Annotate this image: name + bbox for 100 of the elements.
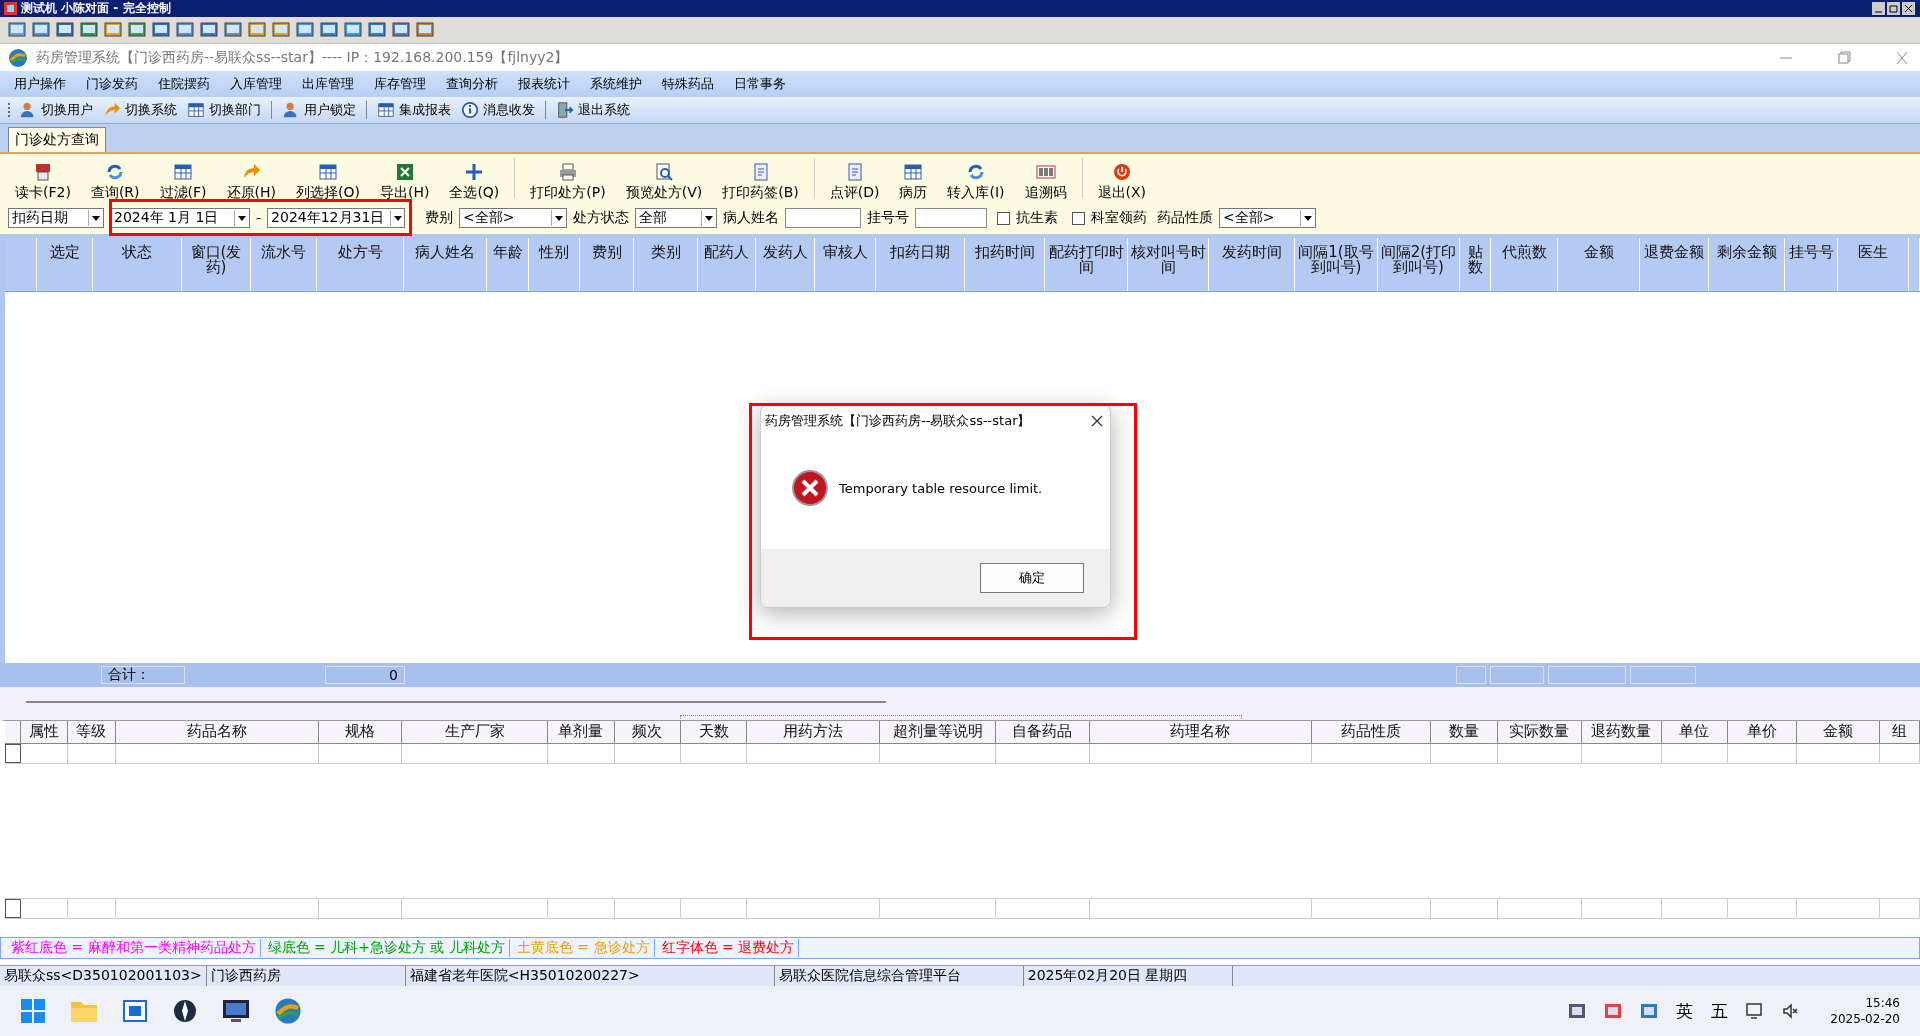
remote-window-title: 测试机 小陈对面 - 完全控制 <box>21 0 171 17</box>
total-value: 0 <box>325 666 405 684</box>
menu-item[interactable]: 用户操作 <box>4 75 76 93</box>
column-header: 实际数量 <box>1497 721 1582 743</box>
column-header: 退费金额 <box>1640 238 1709 291</box>
toolbar-button[interactable]: 切换用户 <box>17 101 95 119</box>
column-header: 单价 <box>1728 721 1798 743</box>
column-header: 贴数 <box>1460 238 1491 291</box>
input-method-indicator[interactable]: 英 <box>1676 999 1694 1023</box>
toolbar-button[interactable]: 还原(H) <box>217 162 285 202</box>
menu-item[interactable]: 系统维护 <box>580 75 652 93</box>
column-header: 流水号 <box>251 238 317 291</box>
toolbar-button[interactable]: 追溯码 <box>1015 162 1076 202</box>
clock-time: 15:46 <box>1865 995 1900 1011</box>
column-header: 病人姓名 <box>404 238 487 291</box>
toolbar-button[interactable]: 退出系统 <box>554 101 632 119</box>
menu-item[interactable]: 库存管理 <box>364 75 436 93</box>
filter-label: 处方状态 <box>573 209 630 227</box>
menu-item[interactable]: 门诊发药 <box>76 75 148 93</box>
column-header: 审核人 <box>815 238 876 291</box>
column-header: 选定 <box>37 238 93 291</box>
toolbar-button[interactable]: 消息收发 <box>459 101 537 119</box>
column-header: 超剂量等说明 <box>880 721 996 743</box>
column-header: 单位 <box>1661 721 1729 743</box>
dropdown[interactable]: 扣药日期 <box>8 208 104 228</box>
column-header: 性别 <box>529 238 580 291</box>
column-header: 间隔1(取号到叫号) <box>1295 238 1378 291</box>
toolbar-button[interactable]: 过滤(F) <box>150 162 216 202</box>
toolbar-button[interactable]: 读卡(F2) <box>6 162 80 202</box>
toolbar-button[interactable]: 点评(D) <box>820 162 889 202</box>
legend-text: 红字体色 = 退费处方 <box>657 939 800 957</box>
dialog-title: 药房管理系统【门诊西药房--易联众ss--star】 <box>765 412 1031 430</box>
column-header: 代煎数 <box>1491 238 1558 291</box>
toolbar-button[interactable]: 全选(Q) <box>440 162 509 202</box>
window-title: 药房管理系统【门诊西药房--易联众ss--star】---- IP：192.168.200.159【fjlnyy2】 <box>36 48 569 67</box>
dropdown[interactable]: <全部> <box>1219 208 1317 228</box>
column-header: 窗口(发药) <box>182 238 251 291</box>
toolbar-button[interactable]: 查询(R) <box>81 162 149 202</box>
menu-item[interactable]: 住院摆药 <box>148 75 220 93</box>
menu-item[interactable]: 特殊药品 <box>652 75 724 93</box>
filter-label: 挂号号 <box>867 209 910 227</box>
filter-label: 病人姓名 <box>723 209 780 227</box>
column-header: 状态 <box>93 238 182 291</box>
legend-text: 紫红底色 = 麻醉和第一类精神药品处方 <box>7 939 261 957</box>
column-header: 剩余金额 <box>1709 238 1785 291</box>
toolbar-button[interactable]: 退出(X) <box>1088 162 1156 202</box>
column-header: 单剂量 <box>547 721 615 743</box>
error-message: Temporary table resource limit. <box>839 480 1043 496</box>
toolbar-button[interactable]: 切换部门 <box>185 101 263 119</box>
column-header: 配药打印时间 <box>1045 238 1128 291</box>
column-header: 天数 <box>680 721 748 743</box>
toolbar-button[interactable]: 病历 <box>890 162 937 202</box>
menu-item[interactable]: 报表统计 <box>508 75 580 93</box>
column-header: 核对叫号时间 <box>1128 238 1209 291</box>
toolbar-button[interactable]: 打印处方(P) <box>521 162 615 202</box>
legend-text: 土黄底色 = 急诊处方 <box>512 939 655 957</box>
menu-item[interactable]: 入库管理 <box>220 75 292 93</box>
column-header: 用药方法 <box>747 721 881 743</box>
column-header: 药品性质 <box>1312 721 1431 743</box>
checkbox[interactable]: 科室领药 <box>1068 209 1152 227</box>
column-header: 自备药品 <box>995 721 1090 743</box>
total-label: 合计： <box>101 666 185 684</box>
toolbar-button[interactable]: 用户锁定 <box>280 101 358 119</box>
menu-item[interactable]: 出库管理 <box>292 75 364 93</box>
filter-label: - <box>256 210 262 226</box>
column-header: 挂号号 <box>1785 238 1838 291</box>
date-picker[interactable]: 2024年12月31日 <box>267 208 406 228</box>
toolbar-button[interactable]: 打印药签(B) <box>713 162 808 202</box>
date-picker[interactable]: 2024年 1月 1日 <box>110 208 250 228</box>
toolbar-button[interactable]: 预览处方(V) <box>616 162 712 202</box>
column-header: 费别 <box>580 238 634 291</box>
toolbar-button[interactable]: 转入库(I) <box>938 162 1014 202</box>
column-header: 发药人 <box>756 238 815 291</box>
column-header: 退药数量 <box>1581 721 1662 743</box>
dropdown[interactable]: <全部> <box>459 208 568 228</box>
tab[interactable]: 门诊处方查询 <box>8 127 106 152</box>
column-header: 发药时间 <box>1209 238 1295 291</box>
column-header: 药品名称 <box>115 721 320 743</box>
filter-label: 费别 <box>425 209 454 227</box>
toolbar-button[interactable]: 列选择(O) <box>287 162 369 202</box>
column-header: 配药人 <box>698 238 756 291</box>
dropdown[interactable]: 全部 <box>635 208 718 228</box>
menu-item[interactable]: 查询分析 <box>436 75 508 93</box>
toolbar-button[interactable]: 集成报表 <box>375 101 453 119</box>
checkbox[interactable]: 抗生素 <box>993 209 1063 227</box>
toolbar-button[interactable]: 导出(H) <box>370 162 439 202</box>
column-header: 金额 <box>1558 238 1640 291</box>
ok-button[interactable]: 确定 <box>980 563 1084 593</box>
column-header: 医生 <box>1838 238 1909 291</box>
column-header: 数量 <box>1431 721 1498 743</box>
toolbar-button[interactable]: 切换系统 <box>101 101 179 119</box>
column-header: 组 <box>1880 721 1920 743</box>
column-header: 类别 <box>634 238 698 291</box>
column-header: 处方号 <box>317 238 404 291</box>
column-header: 规格 <box>319 721 403 743</box>
clock-date: 2025-02-20 <box>1830 1011 1900 1027</box>
column-header: 属性 <box>20 721 68 743</box>
menu-item[interactable]: 日常事务 <box>724 75 796 93</box>
column-header: 扣药日期 <box>876 238 965 291</box>
input-method-indicator[interactable]: 五 <box>1711 999 1729 1023</box>
